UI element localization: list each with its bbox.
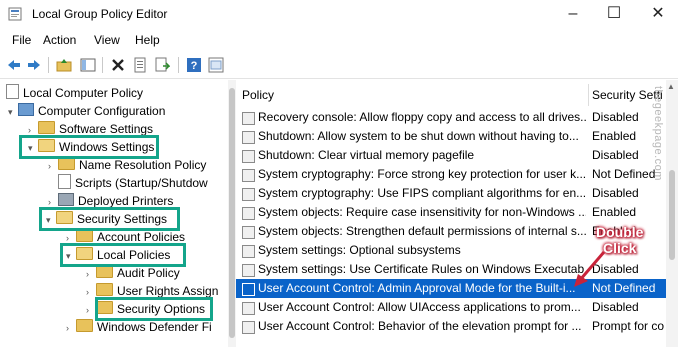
menu-bar: File Action View Help bbox=[0, 28, 678, 50]
forward-arrow-icon[interactable] bbox=[26, 57, 42, 73]
back-arrow-icon[interactable] bbox=[6, 57, 22, 73]
tree-item-label: Deployed Printers bbox=[78, 194, 174, 208]
policy-name: System settings: Optional subsystems bbox=[258, 243, 461, 257]
tree-item-computer-configuration[interactable]: ▾ Computer Configuration bbox=[8, 102, 165, 120]
tree-item-label: Scripts (Startup/Shutdow bbox=[75, 176, 208, 190]
toolbar-divider bbox=[48, 57, 49, 73]
policy-setting: Disabled bbox=[592, 186, 639, 200]
policy-icon bbox=[242, 131, 255, 144]
menu-action[interactable]: Action bbox=[43, 33, 76, 47]
tree-item-label: Account Policies bbox=[97, 230, 186, 244]
scrollbar-thumb[interactable] bbox=[229, 88, 235, 338]
tree-item-local-computer-policy[interactable]: Local Computer Policy bbox=[6, 84, 143, 102]
policy-icon bbox=[242, 207, 255, 220]
chevron-down-icon[interactable]: ▾ bbox=[8, 103, 18, 121]
policy-name: System cryptography: Force strong key pr… bbox=[258, 167, 586, 181]
properties-icon[interactable] bbox=[132, 57, 148, 73]
highlight-box bbox=[95, 297, 213, 321]
computer-icon bbox=[18, 103, 34, 116]
toolbar-divider bbox=[178, 57, 179, 73]
policy-row[interactable]: Shutdown: Allow system to be shut down w… bbox=[236, 127, 666, 146]
policy-icon bbox=[242, 188, 255, 201]
toolbar: ? bbox=[0, 52, 678, 79]
menu-view[interactable]: View bbox=[94, 33, 120, 47]
minimize-button[interactable]: – bbox=[563, 4, 583, 24]
policy-name: System settings: Use Certificate Rules o… bbox=[258, 262, 586, 276]
highlight-box bbox=[39, 207, 180, 231]
policy-row[interactable]: System cryptography: Force strong key pr… bbox=[236, 165, 666, 184]
svg-text:?: ? bbox=[191, 60, 198, 72]
toolbar-divider bbox=[102, 57, 103, 73]
policy-name: User Account Control: Behavior of the el… bbox=[258, 319, 582, 333]
scroll-up-arrow-icon[interactable]: ▲ bbox=[667, 82, 675, 91]
tree-item-label: Name Resolution Policy bbox=[79, 158, 207, 172]
menu-file[interactable]: File bbox=[12, 33, 31, 47]
column-header-policy[interactable]: Policy bbox=[242, 88, 274, 102]
policy-row[interactable]: Shutdown: Clear virtual memory pagefile D… bbox=[236, 146, 666, 165]
tree-scrollbar[interactable] bbox=[228, 80, 236, 347]
filter-view-icon[interactable] bbox=[208, 57, 224, 73]
policy-name: Shutdown: Clear virtual memory pagefile bbox=[258, 148, 475, 162]
policy-list-scrollbar[interactable]: ▲ bbox=[666, 80, 678, 347]
policy-row[interactable]: User Account Control: Behavior of the el… bbox=[236, 317, 666, 336]
tree-item-label: User Rights Assign bbox=[117, 284, 219, 298]
title-bar: Local Group Policy Editor – ☐ ✕ bbox=[0, 0, 678, 28]
policy-row[interactable]: System cryptography: Use FIPS compliant … bbox=[236, 184, 666, 203]
policy-name: System objects: Strengthen default permi… bbox=[258, 224, 586, 238]
menu-help[interactable]: Help bbox=[135, 33, 160, 47]
watermark: thegeekpage.com bbox=[652, 86, 664, 181]
policy-icon bbox=[242, 112, 255, 125]
policy-row[interactable]: Recovery console: Allow floppy copy and … bbox=[236, 108, 666, 127]
close-button[interactable]: ✕ bbox=[648, 4, 668, 24]
tree-item-label: Software Settings bbox=[59, 122, 154, 136]
policy-row[interactable]: User Account Control: Allow UIAccess app… bbox=[236, 298, 666, 317]
window-title: Local Group Policy Editor bbox=[32, 7, 168, 21]
policy-name: System cryptography: Use FIPS compliant … bbox=[258, 186, 586, 200]
policy-icon bbox=[242, 245, 255, 258]
policy-setting: Enabled bbox=[592, 205, 637, 219]
chevron-right-icon[interactable]: › bbox=[86, 265, 96, 283]
help-icon[interactable]: ? bbox=[186, 57, 202, 73]
policy-icon bbox=[242, 264, 255, 277]
tree-item-label: Audit Policy bbox=[117, 266, 180, 280]
highlight-box bbox=[19, 135, 159, 159]
column-divider[interactable] bbox=[588, 84, 589, 106]
chevron-right-icon[interactable]: › bbox=[66, 319, 76, 337]
folder-icon bbox=[38, 121, 55, 134]
highlight-box bbox=[60, 243, 186, 267]
policy-name: User Account Control: Admin Approval Mod… bbox=[258, 281, 576, 295]
callout-line: Double bbox=[596, 224, 644, 240]
tree-item-label: Computer Configuration bbox=[38, 104, 166, 118]
callout-arrow-icon bbox=[574, 251, 606, 287]
policy-name: System objects: Require case insensitivi… bbox=[258, 205, 586, 219]
delete-icon[interactable] bbox=[110, 57, 126, 73]
show-hide-tree-icon[interactable] bbox=[80, 57, 96, 73]
policy-name: Shutdown: Allow system to be shut down w… bbox=[258, 129, 579, 143]
scrollbar-thumb[interactable] bbox=[669, 170, 675, 260]
policy-icon bbox=[242, 226, 255, 239]
security-folder-icon bbox=[96, 283, 113, 296]
tree-item-scripts[interactable]: Scripts (Startup/Shutdow bbox=[58, 174, 208, 192]
chevron-right-icon[interactable]: › bbox=[48, 157, 58, 175]
policy-document-icon bbox=[6, 84, 19, 99]
policy-name: Recovery console: Allow floppy copy and … bbox=[258, 110, 586, 124]
printer-icon bbox=[58, 193, 74, 206]
folder-icon bbox=[76, 319, 93, 332]
policy-icon bbox=[242, 150, 255, 163]
policy-row[interactable]: System objects: Require case insensitivi… bbox=[236, 203, 666, 222]
policy-icon bbox=[242, 169, 255, 182]
policy-name: User Account Control: Allow UIAccess app… bbox=[258, 300, 581, 314]
policy-icon bbox=[242, 302, 255, 315]
tree-item-label: Local Computer Policy bbox=[23, 86, 144, 100]
policy-icon bbox=[242, 321, 255, 334]
tree-item-label: Windows Defender Fi bbox=[97, 320, 212, 334]
up-folder-icon[interactable] bbox=[56, 57, 72, 73]
policy-setting: Prompt for co bbox=[592, 319, 665, 333]
script-icon bbox=[58, 174, 71, 189]
group-policy-app-icon bbox=[8, 7, 22, 21]
maximize-button[interactable]: ☐ bbox=[604, 4, 624, 24]
policy-icon bbox=[242, 283, 255, 296]
export-list-icon[interactable] bbox=[154, 57, 170, 73]
policy-setting: Disabled bbox=[592, 300, 639, 314]
